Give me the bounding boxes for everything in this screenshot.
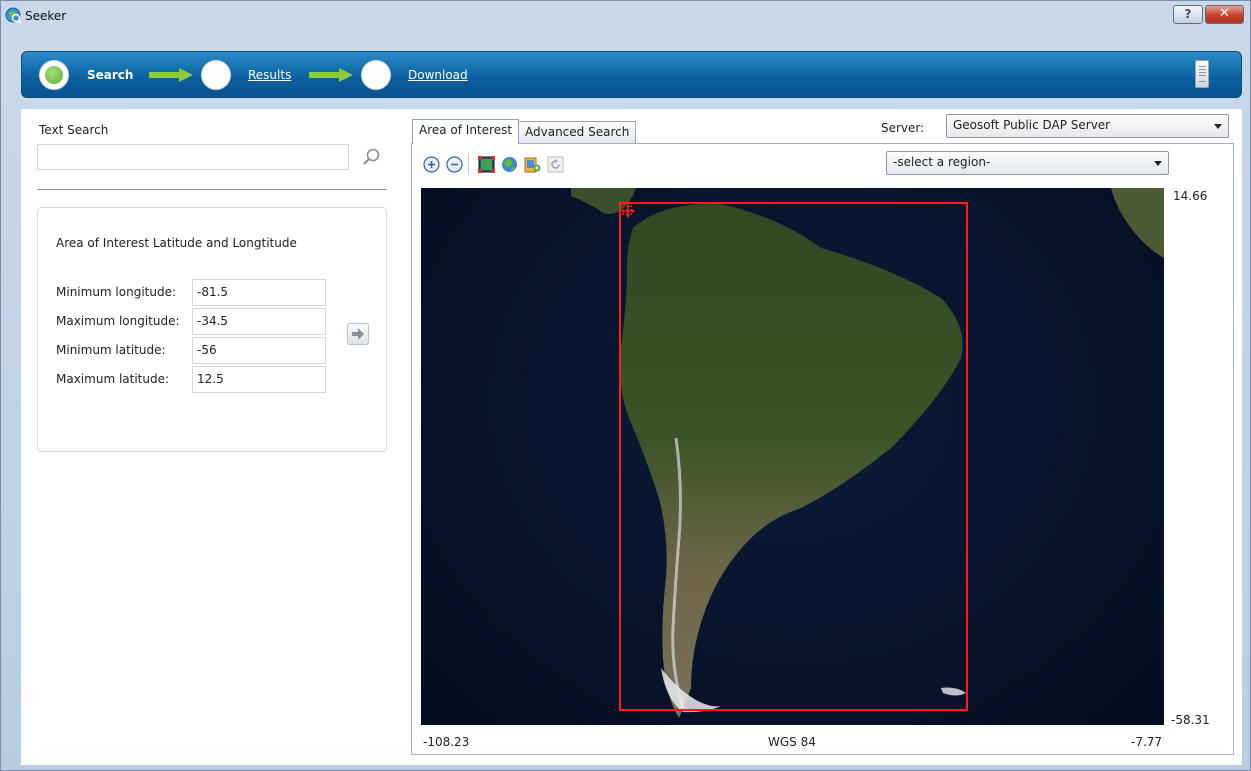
map-projection-label: WGS 84 [768,735,816,749]
step-search-indicator [39,60,69,90]
region-selected-value: -select a region- [893,155,991,169]
max-longitude-label: Maximum longitude: [56,314,180,328]
apply-coordinates-button[interactable] [347,323,369,345]
server-selected-value: Geosoft Public DAP Server [953,118,1111,132]
arrow-right-icon [352,328,364,340]
search-icon[interactable] [361,147,381,167]
region-select[interactable]: -select a region- [886,151,1169,175]
max-longitude-field[interactable]: -34.5 [192,308,326,335]
map-min-longitude-readout: -108.23 [423,735,470,749]
step-download-indicator [361,60,391,90]
chevron-down-icon [1214,124,1222,129]
area-of-interest-rectangle[interactable] [619,202,968,711]
toolbar-separator [468,153,469,175]
aoi-coordinates-panel: Area of Interest Latitude and Longtitude… [37,207,387,452]
text-search-input[interactable] [37,144,349,170]
max-latitude-field[interactable]: 12.5 [192,366,326,393]
step-arrow-icon [309,68,353,82]
app-window: Seeker ? ✕ Search Results Download Text … [0,0,1251,771]
step-arrow-icon [149,68,193,82]
step-search-label[interactable]: Search [87,68,133,82]
section-divider [37,189,387,190]
server-status-icon[interactable] [1195,60,1209,88]
min-longitude-label: Minimum longitude: [56,285,177,299]
min-latitude-label: Minimum latitude: [56,343,166,357]
close-button[interactable]: ✕ [1205,5,1244,24]
step-download-link[interactable]: Download [408,68,468,82]
zoom-in-icon[interactable] [423,156,440,173]
bookmark-icon[interactable] [524,156,541,173]
step-results-indicator [201,60,231,90]
help-button[interactable]: ? [1173,5,1203,24]
title-bar: Seeker ? ✕ [1,1,1250,31]
select-extent-icon[interactable] [478,156,495,173]
window-title: Seeker [25,9,67,23]
globe-icon[interactable] [501,156,518,173]
tab-advanced-search[interactable]: Advanced Search [518,121,637,143]
tab-area-of-interest[interactable]: Area of Interest [412,119,520,144]
chevron-down-icon [1154,161,1162,166]
min-longitude-field[interactable]: -81.5 [192,279,326,306]
map-min-latitude-readout: -58.31 [1171,713,1210,727]
min-latitude-field[interactable]: -56 [192,337,326,364]
world-map[interactable] [421,188,1164,725]
refresh-icon[interactable] [547,156,564,173]
server-select[interactable]: Geosoft Public DAP Server [946,114,1229,138]
map-max-longitude-readout: -7.77 [1131,735,1163,749]
main-content: Text Search Area of Interest Latitude an… [21,109,1242,765]
server-label: Server: [881,121,925,135]
step-results-link[interactable]: Results [248,68,291,82]
text-search-label: Text Search [39,123,109,137]
seeker-app-icon [5,7,22,24]
aoi-panel-title: Area of Interest Latitude and Longtitude [56,236,297,250]
map-max-latitude-readout: 14.66 [1173,189,1208,203]
max-latitude-label: Maximum latitude: [56,372,170,386]
wizard-header: Search Results Download [21,51,1242,98]
resize-handle-icon[interactable] [621,204,633,216]
zoom-out-icon[interactable] [446,156,463,173]
